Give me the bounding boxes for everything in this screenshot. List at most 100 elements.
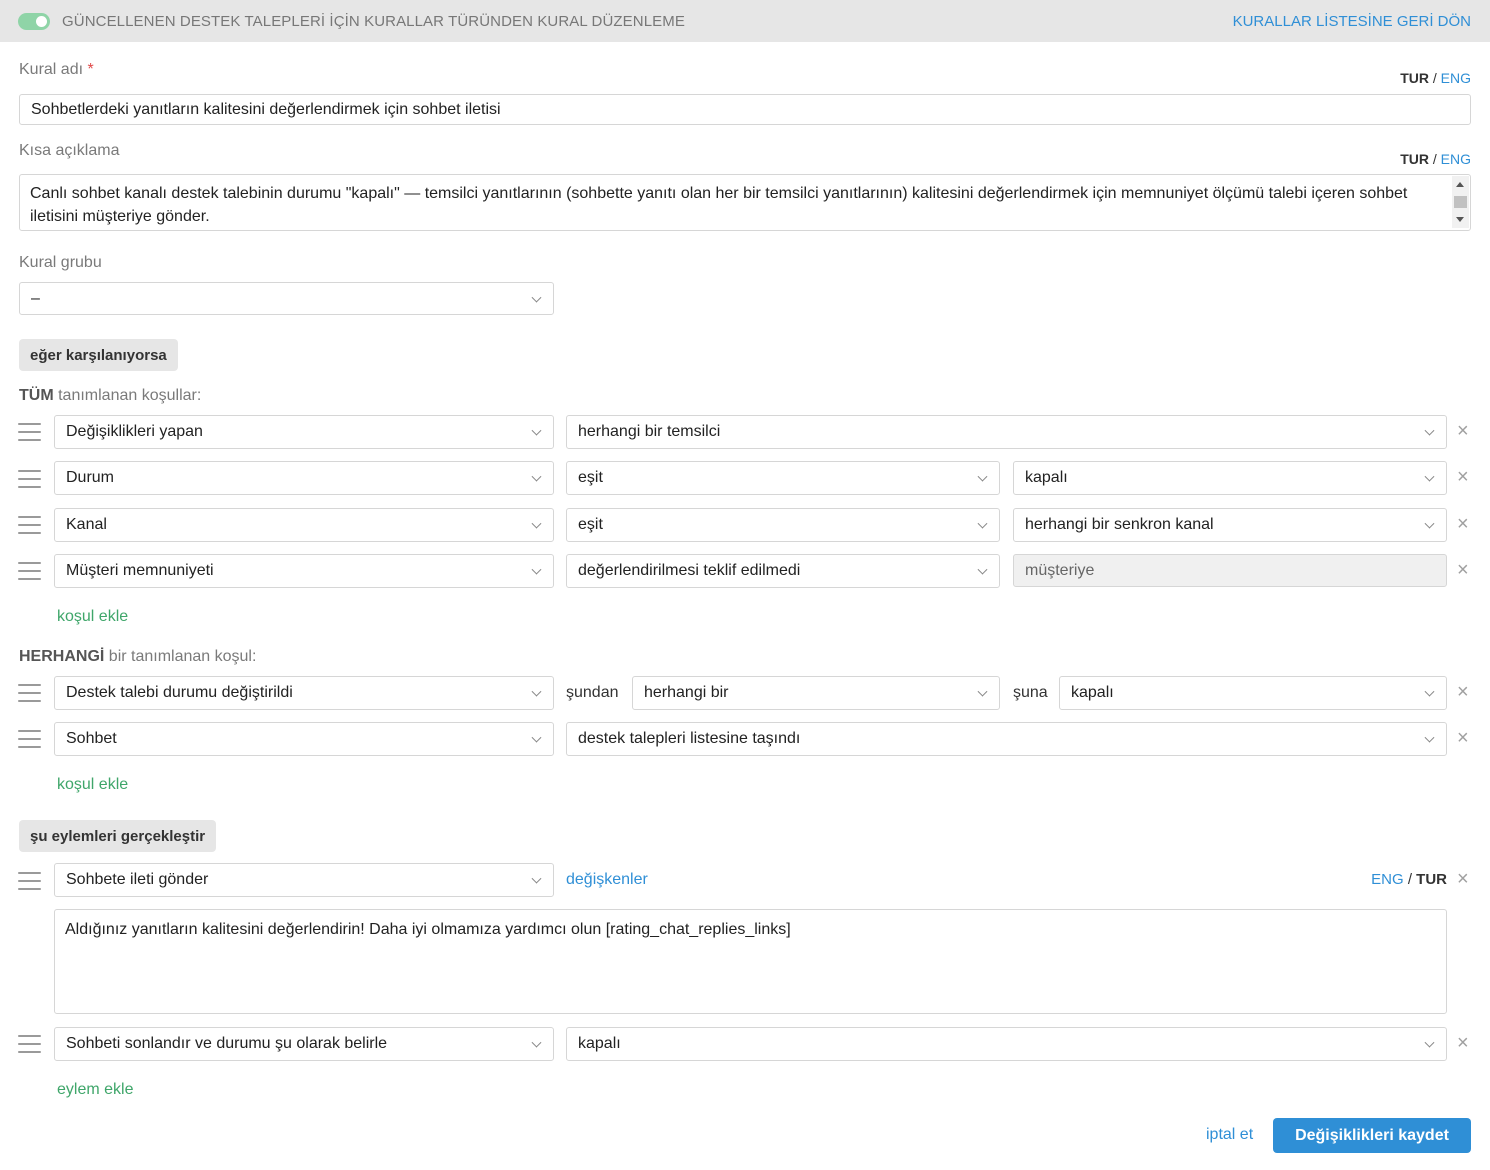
lang-eng[interactable]: ENG xyxy=(1371,871,1404,888)
condition-operator-value: destek talepleri listesine taşındı xyxy=(578,730,801,747)
drag-handle-icon[interactable] xyxy=(18,516,41,536)
condition-value-text: kapalı xyxy=(1025,469,1068,486)
condition-operator-value: eşit xyxy=(578,469,603,486)
add-condition-link[interactable]: koşul ekle xyxy=(57,776,128,794)
condition-operator-select[interactable]: değerlendirilmesi teklif edilmedi xyxy=(566,554,1000,588)
drag-handle-icon[interactable] xyxy=(18,470,41,490)
chevron-down-icon xyxy=(1424,518,1435,529)
lang-separator: / xyxy=(1432,70,1437,86)
chevron-down-icon xyxy=(531,564,542,575)
chevron-down-icon xyxy=(1424,1037,1435,1048)
scroll-up-icon[interactable] xyxy=(1456,182,1464,187)
remove-condition-icon[interactable]: × xyxy=(1457,467,1469,487)
condition-operator-select[interactable]: eşit xyxy=(566,508,1000,542)
chevron-down-icon xyxy=(1424,425,1435,436)
condition-field-value: Kanal xyxy=(66,516,107,533)
condition-value-select[interactable]: kapalı xyxy=(1013,461,1447,495)
condition-field-select[interactable]: Destek talebi durumu değiştirildi xyxy=(54,676,554,710)
condition-field-select[interactable]: Sohbet xyxy=(54,722,554,756)
condition-operator-value: herhangi bir temsilci xyxy=(578,423,721,440)
condition-field-value: Destek talebi durumu değiştirildi xyxy=(66,684,293,701)
lang-tur[interactable]: TUR xyxy=(1400,151,1429,167)
chevron-down-icon xyxy=(1424,732,1435,743)
chevron-down-icon xyxy=(531,518,542,529)
condition-value-disabled-field: müşteriye xyxy=(1013,554,1447,587)
drag-handle-icon[interactable] xyxy=(18,872,41,892)
rule-name-input[interactable]: Sohbetlerdeki yanıtların kalitesini değe… xyxy=(19,94,1471,125)
action-value-text: kapalı xyxy=(578,1035,621,1052)
variables-link[interactable]: değişkenler xyxy=(566,871,648,889)
chevron-down-icon xyxy=(531,732,542,743)
status-from-select[interactable]: herhangi bir xyxy=(632,676,1000,710)
action-type-value: Sohbeti sonlandır ve durumu şu olarak be… xyxy=(66,1035,388,1052)
condition-field-select[interactable]: Kanal xyxy=(54,508,554,542)
condition-operator-select[interactable]: herhangi bir temsilci xyxy=(566,415,1447,449)
remove-condition-icon[interactable]: × xyxy=(1457,514,1469,534)
condition-field-value: Durum xyxy=(66,469,115,486)
message-lang-switch: ENG / TUR xyxy=(1371,871,1447,888)
rule-enabled-toggle[interactable] xyxy=(18,13,50,30)
lang-eng[interactable]: ENG xyxy=(1441,70,1471,86)
action-type-select[interactable]: Sohbete ileti gönder xyxy=(54,863,554,897)
remove-action-icon[interactable]: × xyxy=(1457,1033,1469,1053)
textarea-scrollbar[interactable] xyxy=(1452,176,1469,228)
action-type-select[interactable]: Sohbeti sonlandır ve durumu şu olarak be… xyxy=(54,1027,554,1061)
rule-group-value: – xyxy=(31,289,40,307)
condition-field-select[interactable]: Değişiklikleri yapan xyxy=(54,415,554,449)
lang-eng[interactable]: ENG xyxy=(1441,151,1471,167)
remove-condition-icon[interactable]: × xyxy=(1457,682,1469,702)
save-changes-button[interactable]: Değişiklikleri kaydet xyxy=(1273,1118,1471,1153)
chevron-down-icon xyxy=(531,292,542,303)
chevron-down-icon xyxy=(531,1037,542,1048)
remove-condition-icon[interactable]: × xyxy=(1457,421,1469,441)
lang-separator: / xyxy=(1432,151,1437,167)
scroll-down-icon[interactable] xyxy=(1456,217,1464,222)
rule-name-label: Kural adı * xyxy=(19,61,94,79)
action-value-select[interactable]: kapalı xyxy=(566,1027,1447,1061)
all-conditions-label: TÜM tanımlanan koşullar: xyxy=(19,387,201,405)
to-label: şuna xyxy=(1013,684,1048,701)
condition-field-select[interactable]: Durum xyxy=(54,461,554,495)
short-desc-textarea[interactable]: Canlı sohbet kanalı destek talebinin dur… xyxy=(19,174,1471,231)
chevron-down-icon xyxy=(531,686,542,697)
message-textarea[interactable]: Aldığınız yanıtların kalitesini değerlen… xyxy=(54,909,1447,1014)
remove-condition-icon[interactable]: × xyxy=(1457,560,1469,580)
status-to-value: kapalı xyxy=(1071,684,1114,701)
status-to-select[interactable]: kapalı xyxy=(1059,676,1447,710)
lang-tur[interactable]: TUR xyxy=(1416,871,1447,888)
drag-handle-icon[interactable] xyxy=(18,684,41,704)
condition-value-select[interactable]: herhangi bir senkron kanal xyxy=(1013,508,1447,542)
short-desc-label: Kısa açıklama xyxy=(19,142,120,159)
add-condition-link[interactable]: koşul ekle xyxy=(57,608,128,626)
any-conditions-label: HERHANGİ bir tanımlanan koşul: xyxy=(19,648,256,666)
if-conditions-header: eğer karşılanıyorsa xyxy=(19,339,178,371)
chevron-down-icon xyxy=(977,518,988,529)
status-from-value: herhangi bir xyxy=(644,684,729,701)
condition-value-text: herhangi bir senkron kanal xyxy=(1025,516,1214,533)
drag-handle-icon[interactable] xyxy=(18,423,41,443)
add-action-link[interactable]: eylem ekle xyxy=(57,1081,133,1099)
chevron-down-icon xyxy=(531,873,542,884)
chevron-down-icon xyxy=(977,564,988,575)
drag-handle-icon[interactable] xyxy=(18,562,41,582)
all-label-rest: tanımlanan koşullar: xyxy=(53,387,202,404)
scroll-thumb[interactable] xyxy=(1454,196,1467,208)
back-to-rules-link[interactable]: KURALLAR LİSTESİNE GERİ DÖN xyxy=(1233,13,1471,30)
condition-operator-value: değerlendirilmesi teklif edilmedi xyxy=(578,562,801,579)
page-title: GÜNCELLENEN DESTEK TALEPLERİ İÇİN KURALL… xyxy=(62,13,685,30)
remove-condition-icon[interactable]: × xyxy=(1457,728,1469,748)
lang-tur[interactable]: TUR xyxy=(1400,70,1429,86)
cancel-link[interactable]: iptal et xyxy=(1206,1126,1253,1144)
condition-operator-select[interactable]: eşit xyxy=(566,461,1000,495)
condition-field-select[interactable]: Müşteri memnuniyeti xyxy=(54,554,554,588)
drag-handle-icon[interactable] xyxy=(18,730,41,750)
drag-handle-icon[interactable] xyxy=(18,1035,41,1055)
chevron-down-icon xyxy=(977,686,988,697)
rule-group-select[interactable]: – xyxy=(19,282,554,315)
chevron-down-icon xyxy=(977,471,988,482)
condition-operator-select[interactable]: destek talepleri listesine taşındı xyxy=(566,722,1447,756)
condition-field-value: Değişiklikleri yapan xyxy=(66,423,203,440)
condition-field-value: Müşteri memnuniyeti xyxy=(66,562,214,579)
required-mark: * xyxy=(87,61,94,78)
remove-action-icon[interactable]: × xyxy=(1457,869,1469,889)
